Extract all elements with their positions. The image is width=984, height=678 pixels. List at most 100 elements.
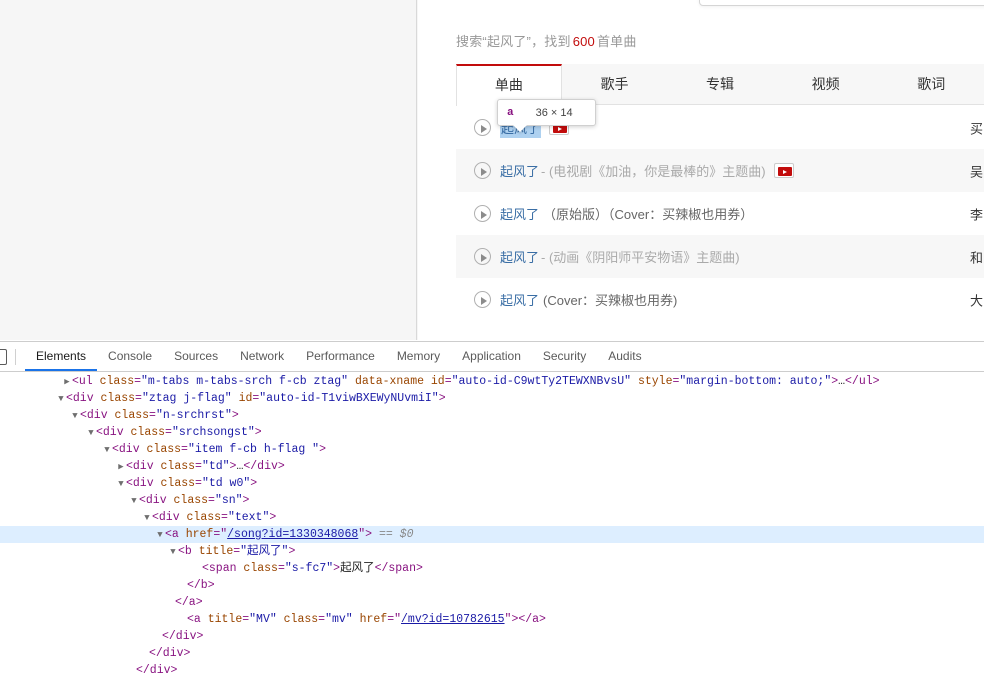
chevron-down-icon[interactable]	[155, 527, 165, 544]
dom-token: </div>	[162, 630, 204, 643]
devtools-tab-console[interactable]: Console	[97, 342, 163, 371]
chevron-down-icon[interactable]	[142, 510, 152, 527]
dom-tree-line[interactable]: <ul class="m-tabs m-tabs-srch f-cb ztag"…	[0, 373, 984, 390]
dom-tree-line[interactable]: <a href="/song?id=1330348068"> == $0	[0, 526, 984, 543]
devtools-tab-security[interactable]: Security	[532, 342, 597, 371]
dom-token: </span>	[374, 562, 423, 575]
dom-token: class	[130, 426, 166, 439]
dom-token: <div	[112, 443, 147, 456]
chevron-down-icon[interactable]	[86, 425, 96, 442]
dom-tree-line[interactable]: <div class="sn">	[0, 492, 984, 509]
search-tab-label: 歌词	[917, 76, 946, 92]
dom-tree-line[interactable]: </b>	[0, 577, 984, 594]
artist-name[interactable]: 大	[970, 290, 984, 309]
dom-tree-view[interactable]: <ul class="m-tabs m-tabs-srch f-cb ztag"…	[0, 373, 984, 678]
song-title-link[interactable]: 起风了	[500, 247, 539, 266]
chevron-right-icon[interactable]	[62, 374, 72, 391]
dom-token: class	[173, 494, 209, 507]
search-tab-3[interactable]: 视频	[773, 64, 879, 105]
dom-tree-line[interactable]: <span class="s-fc7">起风了</span>	[0, 560, 984, 577]
chevron-down-icon[interactable]	[129, 493, 139, 510]
dom-attribute-link[interactable]: /mv?id=10782615	[401, 613, 505, 626]
search-result-summary: 搜索“起风了”，找到 600 首单曲	[456, 31, 637, 50]
song-result-row[interactable]: 起风了 （原始版）（Cover：买辣椒也用券） 李	[456, 192, 984, 235]
devtools-tab-performance[interactable]: Performance	[295, 342, 386, 371]
dom-tree-line[interactable]: </div>	[0, 628, 984, 645]
chevron-down-icon[interactable]	[168, 544, 178, 561]
artist-name[interactable]: 吴	[970, 161, 984, 180]
search-tab-label: 专辑	[706, 76, 735, 92]
dom-token	[424, 375, 431, 388]
play-icon[interactable]	[474, 248, 491, 265]
tooltip-arrow-icon	[513, 125, 527, 132]
dom-attribute-link[interactable]: /song?id=1330348068	[227, 528, 358, 541]
devtools-tab-memory[interactable]: Memory	[386, 342, 451, 371]
search-tab-2[interactable]: 专辑	[667, 64, 773, 105]
devtools-tab-network[interactable]: Network	[229, 342, 295, 371]
dom-tree-line[interactable]: <div class="text">	[0, 509, 984, 526]
dom-token: title	[198, 545, 234, 558]
play-icon[interactable]	[474, 162, 491, 179]
dom-token: id	[430, 375, 445, 388]
dom-token: >	[250, 477, 258, 490]
dom-token: <div	[80, 409, 115, 422]
song-title-link[interactable]: 起风了	[500, 204, 539, 223]
dom-token: =	[195, 460, 202, 473]
dom-token: =	[208, 494, 215, 507]
song-result-row[interactable]: 起风了 - (动画《阴阳师平安物语》主题曲) 和	[456, 235, 984, 278]
dom-token: "text"	[227, 511, 270, 524]
dom-token: class	[186, 511, 222, 524]
song-result-row[interactable]: 起风了 - (电视剧《加油，你是最棒的》主题曲) 吴	[456, 149, 984, 192]
dom-tree-line[interactable]: </a>	[0, 594, 984, 611]
devtools-tab-bar[interactable]: Elements Console Sources Network Performance…	[25, 342, 653, 371]
artist-name[interactable]: 买	[970, 118, 984, 137]
dom-token: class	[100, 392, 136, 405]
dom-token: "margin-bottom: auto;"	[679, 375, 832, 388]
chevron-down-icon[interactable]	[70, 408, 80, 425]
play-icon[interactable]	[474, 205, 491, 222]
dom-token: "auto-id-T1viwBXEWyNUvmiI"	[259, 392, 439, 405]
devtools-tab-audits[interactable]: Audits	[597, 342, 652, 371]
summary-keyword: 起风了	[486, 34, 527, 49]
play-icon[interactable]	[474, 119, 491, 136]
mv-video-icon[interactable]	[773, 163, 794, 178]
dom-token: class	[114, 409, 150, 422]
devtools-tab-application[interactable]: Application	[451, 342, 532, 371]
dom-tree-line[interactable]: <div class="ztag j-flag" id="auto-id-T1v…	[0, 390, 984, 407]
device-toolbar-icon[interactable]	[0, 348, 7, 365]
dom-tree-line[interactable]: <a title="MV" class="mv" href="/mv?id=10…	[0, 611, 984, 628]
devtools-tab-sources[interactable]: Sources	[163, 342, 229, 371]
chevron-down-icon[interactable]	[56, 391, 66, 408]
search-tab-4[interactable]: 歌词	[878, 64, 984, 105]
dom-token: >	[242, 494, 250, 507]
play-icon[interactable]	[474, 291, 491, 308]
dom-tree-line[interactable]: <b title="起风了">	[0, 543, 984, 560]
dom-token: <div	[139, 494, 174, 507]
artist-name[interactable]: 李	[970, 204, 984, 223]
dom-token: <div	[96, 426, 131, 439]
dom-token: class	[146, 443, 182, 456]
artist-name[interactable]: 和	[970, 247, 984, 266]
dom-token: </div>	[136, 664, 178, 677]
dom-tree-line[interactable]: <div class="srchsongst">	[0, 424, 984, 441]
dom-tree-line[interactable]: <div class="n-srchrst">	[0, 407, 984, 424]
dom-token: </b>	[187, 579, 215, 592]
song-subtitle-alt: (Cover：买辣椒也用券)	[543, 293, 678, 308]
dom-token: </div>	[149, 647, 191, 660]
chevron-down-icon[interactable]	[116, 476, 126, 493]
dom-tree-line[interactable]: <div class="td w0">	[0, 475, 984, 492]
song-title-link[interactable]: 起风了	[500, 290, 539, 309]
dom-token: "sn"	[214, 494, 243, 507]
dom-tree-line[interactable]: </div>	[0, 645, 984, 662]
chevron-right-icon[interactable]	[116, 459, 126, 476]
song-result-row[interactable]: 起风了 (Cover：买辣椒也用券) 大	[456, 278, 984, 321]
dom-token: <div	[152, 511, 187, 524]
dom-token	[353, 613, 360, 626]
dom-tree-line[interactable]: <div class="item f-cb h-flag ">	[0, 441, 984, 458]
chevron-down-icon[interactable]	[102, 442, 112, 459]
dom-tree-line[interactable]: <div class="td">…</div>	[0, 458, 984, 475]
dom-token: =	[135, 392, 142, 405]
song-title-link[interactable]: 起风了	[500, 161, 539, 180]
devtools-tab-elements[interactable]: Elements	[25, 342, 98, 371]
dom-tree-line[interactable]: </div>	[0, 662, 984, 678]
